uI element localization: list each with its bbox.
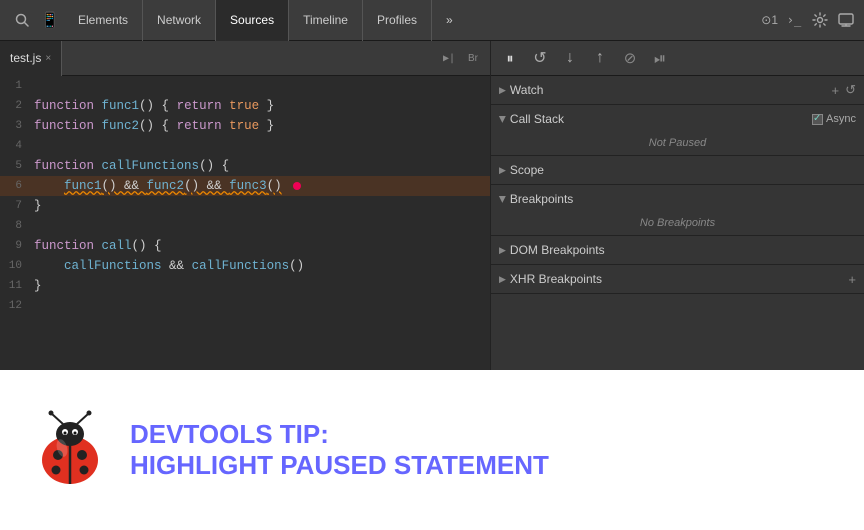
code-line: 2 function func1() { return true } xyxy=(0,96,490,116)
watch-refresh-button[interactable]: ↺ xyxy=(845,82,856,98)
call-stack-arrow: ▶ xyxy=(497,116,508,123)
code-line-highlighted: 6 func1() && func2() && func3() xyxy=(0,176,490,196)
call-stack-actions: Async xyxy=(812,113,856,125)
devtools-toolbar: 📱 Elements Network Sources Timeline Prof… xyxy=(0,0,864,41)
xhr-breakpoints-add-button[interactable]: + xyxy=(848,272,856,287)
xhr-breakpoints-header[interactable]: ▶ XHR Breakpoints + xyxy=(491,265,864,293)
breakpoints-label: Breakpoints xyxy=(510,192,573,206)
async-checkbox[interactable] xyxy=(812,114,823,125)
call-stack-status: Not Paused xyxy=(491,133,864,155)
async-label: Async xyxy=(826,113,856,125)
settings-icon[interactable] xyxy=(810,10,830,30)
code-lines: 1 2 function func1() { return true } 3 f… xyxy=(0,76,490,316)
tab-more[interactable]: » xyxy=(432,0,467,41)
dom-breakpoints-section: ▶ DOM Breakpoints xyxy=(491,236,864,265)
breakpoints-header[interactable]: ▶ Breakpoints xyxy=(491,185,864,213)
code-area: 1 2 function func1() { return true } 3 f… xyxy=(0,76,490,370)
breakpoints-status: No Breakpoints xyxy=(491,213,864,235)
tab-sources[interactable]: Sources xyxy=(216,0,289,41)
xhr-breakpoints-section: ▶ XHR Breakpoints + xyxy=(491,265,864,294)
screen-icon[interactable] xyxy=(836,10,856,30)
file-tab-buttons: ▶| Br xyxy=(438,47,490,69)
deactivate-breakpoints-button[interactable]: ⊘ xyxy=(619,47,641,69)
file-tab-close[interactable]: × xyxy=(45,53,51,64)
dom-breakpoints-header[interactable]: ▶ DOM Breakpoints xyxy=(491,236,864,264)
tab-timeline[interactable]: Timeline xyxy=(289,0,363,41)
run-snippet-button[interactable]: ▶| xyxy=(438,47,460,69)
breakpoints-section: ▶ Breakpoints No Breakpoints xyxy=(491,185,864,236)
watch-section: ▶ Watch + ↺ xyxy=(491,76,864,105)
code-line: 7 } xyxy=(0,196,490,216)
debug-toolbar: ⏸ ↺ ↓ ↑ ⊘ ⏯ xyxy=(491,41,864,76)
scope-header[interactable]: ▶ Scope xyxy=(491,156,864,184)
xhr-breakpoints-arrow: ▶ xyxy=(499,274,506,285)
tab-profiles[interactable]: Profiles xyxy=(363,0,432,41)
mobile-icon[interactable]: 📱 xyxy=(36,6,64,34)
xhr-breakpoints-label: XHR Breakpoints xyxy=(510,272,602,286)
file-tab-name: test.js xyxy=(10,51,41,65)
pause-button[interactable]: ⏸ xyxy=(499,47,521,69)
code-line: 12 xyxy=(0,296,490,316)
thread-label: ⊙1 xyxy=(761,13,778,27)
code-line: 3 function func2() { return true } xyxy=(0,116,490,136)
devtools-panel: test.js × ▶| Br 1 2 function func1() { r… xyxy=(0,41,864,370)
watch-label: Watch xyxy=(510,83,544,97)
tip-title-line2: Highlight Paused Statement xyxy=(130,450,549,481)
call-stack-label: Call Stack xyxy=(510,112,564,126)
dom-breakpoints-arrow: ▶ xyxy=(499,245,506,256)
search-icon[interactable] xyxy=(8,6,36,34)
code-line: 10 callFunctions && callFunctions() xyxy=(0,256,490,276)
step-into-button[interactable]: ↓ xyxy=(559,47,581,69)
code-line: 11 } xyxy=(0,276,490,296)
code-line: 1 xyxy=(0,76,490,96)
code-line: 8 xyxy=(0,216,490,236)
dom-breakpoints-label: DOM Breakpoints xyxy=(510,243,605,257)
watch-header[interactable]: ▶ Watch + ↺ xyxy=(491,76,864,104)
tip-area: DevTools Tip: Highlight Paused Statement xyxy=(0,370,864,530)
scope-section: ▶ Scope xyxy=(491,156,864,185)
watch-add-button[interactable]: + xyxy=(832,83,840,98)
breakpoints-arrow: ▶ xyxy=(497,196,508,203)
call-stack-section: ▶ Call Stack Async Not Paused xyxy=(491,105,864,156)
ladybug-icon xyxy=(30,410,110,490)
terminal-icon[interactable]: ›_ xyxy=(784,10,804,30)
code-line: 9 function call() { xyxy=(0,236,490,256)
call-stack-header[interactable]: ▶ Call Stack Async xyxy=(491,105,864,133)
editor-left: test.js × ▶| Br 1 2 function func1() { r… xyxy=(0,41,490,370)
tab-network[interactable]: Network xyxy=(143,0,216,41)
code-line: 4 xyxy=(0,136,490,156)
watch-arrow: ▶ xyxy=(499,85,506,96)
watch-actions: + ↺ xyxy=(832,82,857,98)
file-tab-bar: test.js × ▶| Br xyxy=(0,41,490,76)
tip-text: DevTools Tip: Highlight Paused Statement xyxy=(130,419,549,481)
tab-elements[interactable]: Elements xyxy=(64,0,143,41)
scope-label: Scope xyxy=(510,163,544,177)
pretty-print-button[interactable]: Br xyxy=(462,47,484,69)
right-panel: ⏸ ↺ ↓ ↑ ⊘ ⏯ ▶ Watch + ↺ ▶ Call Stack xyxy=(490,41,864,370)
pause-on-exceptions-button[interactable]: ⏯ xyxy=(649,47,671,69)
step-out-button[interactable]: ↑ xyxy=(589,47,611,69)
tip-title-line1: DevTools Tip: xyxy=(130,419,549,450)
step-over-button[interactable]: ↺ xyxy=(529,47,551,69)
scope-arrow: ▶ xyxy=(499,165,506,176)
file-tab-testjs[interactable]: test.js × xyxy=(0,41,62,76)
code-line: 5 function callFunctions() { xyxy=(0,156,490,176)
async-checkbox-label[interactable]: Async xyxy=(812,113,856,125)
